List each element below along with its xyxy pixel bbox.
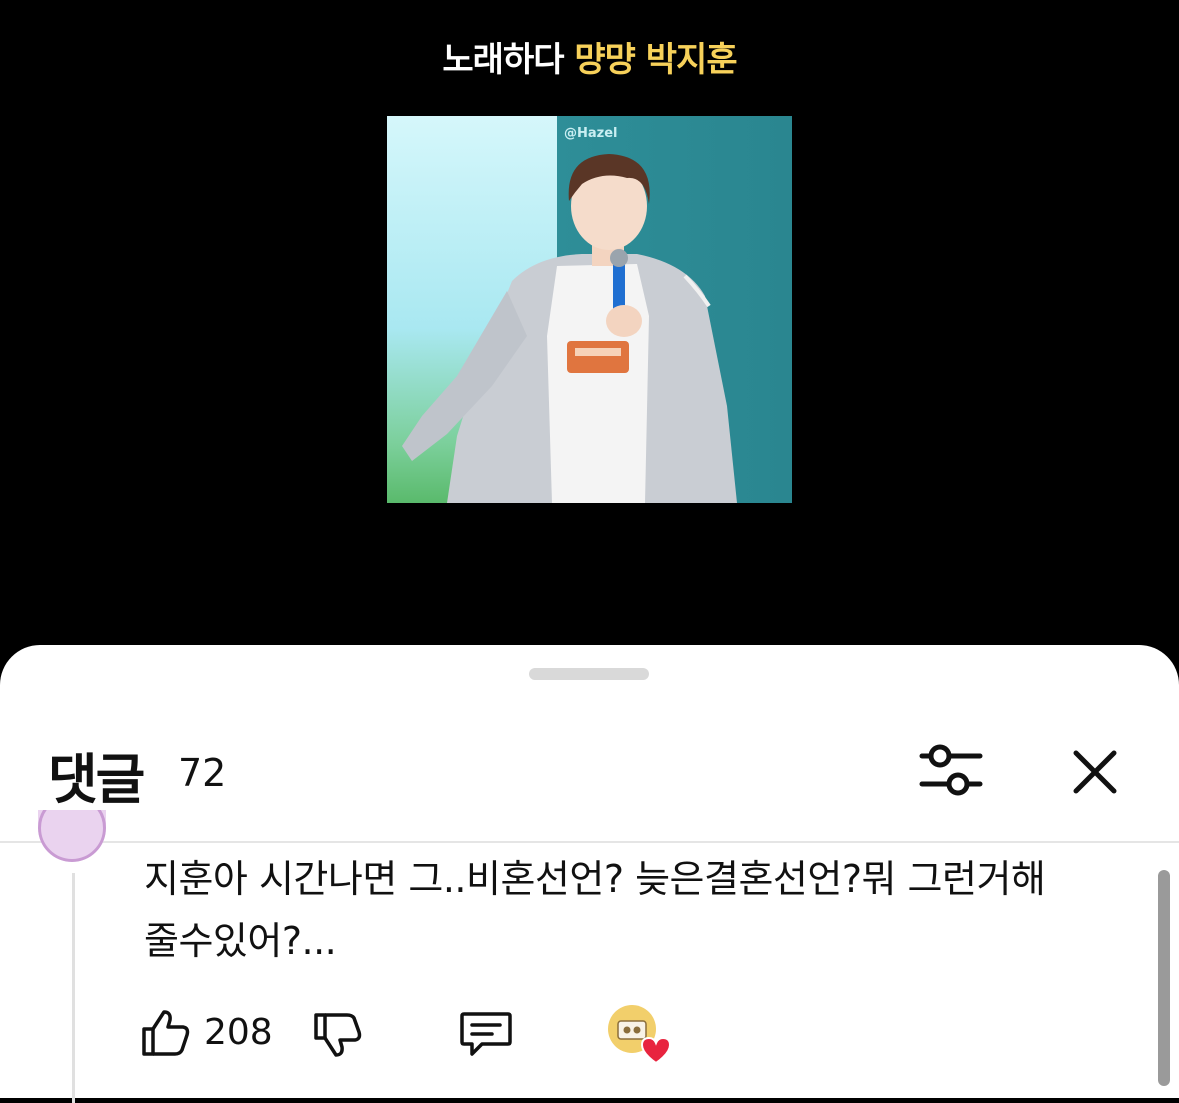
- drag-handle[interactable]: [529, 668, 649, 680]
- singer-figure: [402, 154, 737, 503]
- comment-text-line-2: 줄수있어?...: [144, 919, 337, 963]
- reply-icon: [460, 1012, 512, 1056]
- creator-heart: [608, 1005, 672, 1067]
- avatar-ring: [38, 810, 106, 862]
- video-title-prefix: 노래하다: [442, 40, 564, 80]
- like-count: 208: [204, 1012, 273, 1053]
- video-title: 노래하다 먕먕 박지훈: [0, 32, 1179, 81]
- video-title-highlight: 먕먕 박지훈: [574, 40, 737, 80]
- thumbs-down-icon: [314, 1013, 362, 1057]
- comment-actions: 208: [140, 1000, 700, 1065]
- reply-thread-line: [72, 873, 75, 1103]
- avatar[interactable]: [38, 810, 106, 862]
- close-button[interactable]: [1070, 747, 1120, 797]
- comment-text-line-1: 지훈아 시간나면 그..비혼선언? 늦은결혼선언?뭐 그런거해: [144, 857, 1046, 901]
- sliders-icon: [919, 744, 983, 796]
- close-icon: [1073, 750, 1117, 794]
- comments-title: 댓글: [48, 748, 145, 811]
- video-player[interactable]: 노래하다 먕먕 박지훈 @Hazel: [0, 0, 1179, 660]
- like-button[interactable]: [140, 1007, 192, 1059]
- dislike-button[interactable]: [312, 1009, 364, 1061]
- comment-text: 지훈아 시간나면 그..비혼선언? 늦은결혼선언?뭐 그런거해 줄수있어?...: [144, 848, 1114, 972]
- reply-button[interactable]: [458, 1008, 514, 1060]
- comments-sheet: 댓글 72 지훈아 시간나면 그..비혼선언? 늦은결혼선언?뭐 그런거해 줄수…: [0, 645, 1179, 1103]
- filter-button[interactable]: [918, 742, 984, 798]
- video-thumbnail[interactable]: @Hazel: [387, 116, 792, 503]
- creator-heart-icon: [640, 1036, 672, 1065]
- comments-count: 72: [178, 751, 227, 795]
- header-divider: [0, 841, 1179, 843]
- thumbs-up-icon: [142, 1010, 190, 1056]
- scrollbar[interactable]: [1158, 870, 1170, 1086]
